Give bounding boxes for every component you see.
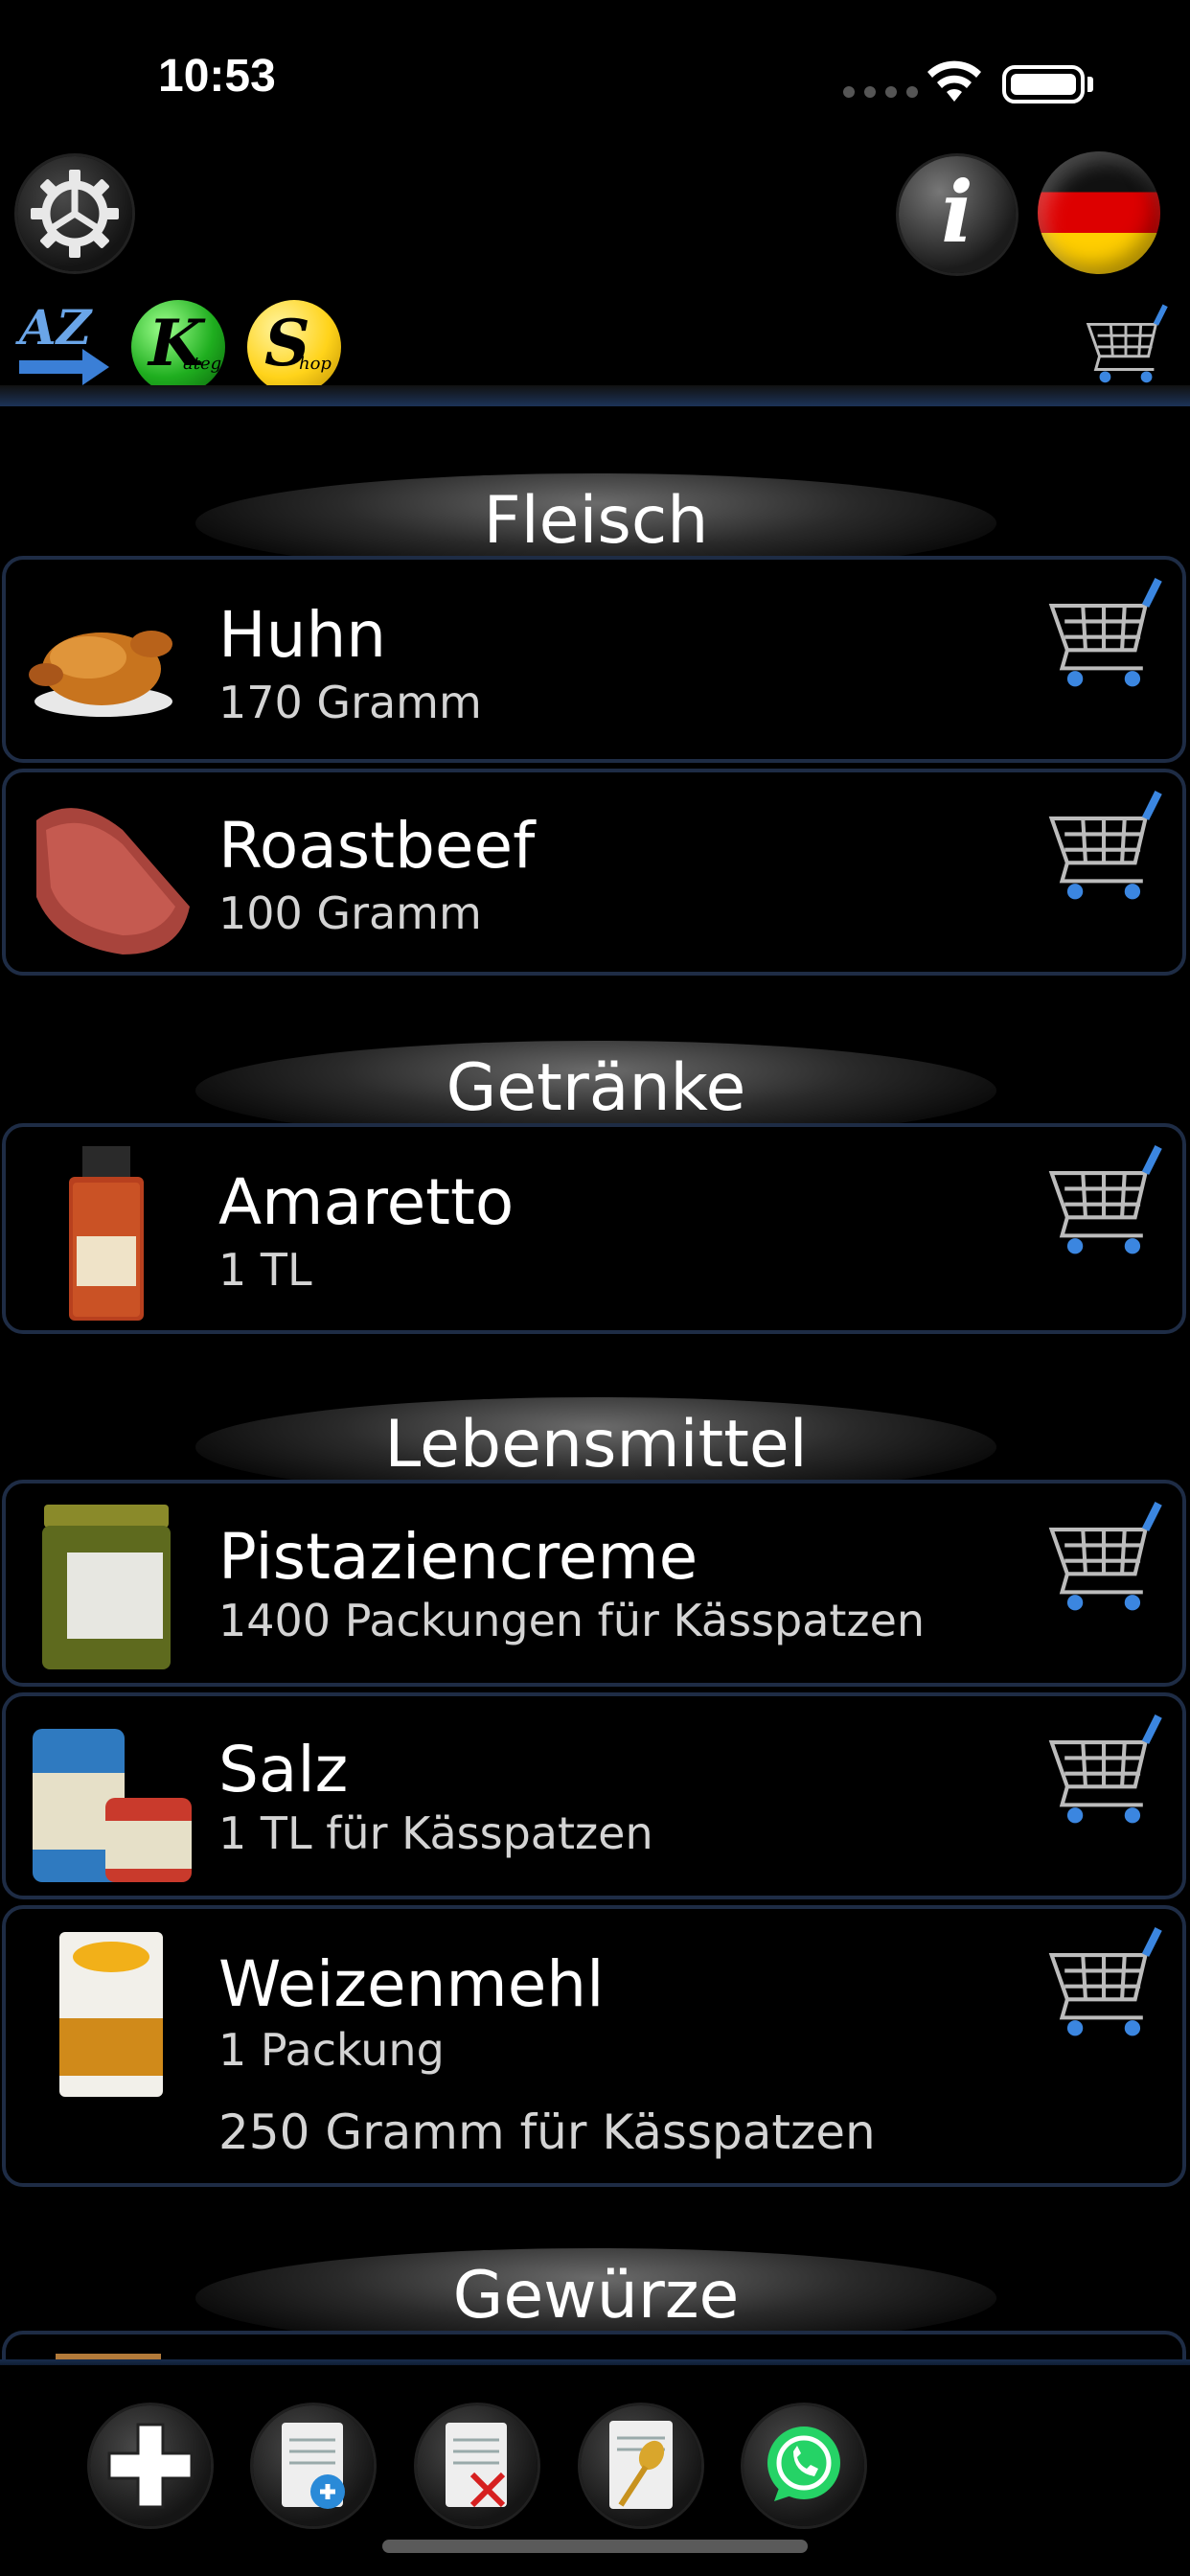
shopping-cart-icon[interactable]	[1079, 297, 1173, 393]
pistachio-jar-thumbnail	[42, 1505, 171, 1669]
add-item-button[interactable]	[90, 2405, 211, 2526]
add-icon	[107, 2423, 194, 2509]
cellular-signal-icon	[843, 86, 920, 100]
language-button[interactable]	[1038, 151, 1160, 274]
sort-az-button[interactable]: AZ	[15, 299, 113, 391]
new-list-button[interactable]	[253, 2405, 374, 2526]
list-item[interactable]: Huhn 170 Gramm	[2, 556, 1186, 763]
flour-thumbnail	[59, 1932, 163, 2097]
add-list-icon	[282, 2423, 345, 2509]
header-divider	[0, 385, 1190, 406]
add-to-cart-icon[interactable]	[1039, 1919, 1169, 2049]
battery-icon	[1002, 65, 1085, 104]
add-to-cart-icon[interactable]	[1039, 569, 1169, 700]
list-item[interactable]: Roastbeef 100 Gramm	[2, 769, 1186, 976]
list-item[interactable]: Pistaziencreme 1400 Packungen für Kässpa…	[2, 1480, 1186, 1687]
amaretto-bottle-thumbnail	[69, 1146, 144, 1321]
category-sort-button[interactable]: K ateg.	[131, 300, 227, 394]
add-to-cart-icon[interactable]	[1039, 1706, 1169, 1836]
whatsapp-icon	[767, 2426, 840, 2501]
roastbeef-thumbnail	[36, 808, 190, 954]
chicken-thumbnail	[29, 631, 172, 717]
status-time: 10:53	[158, 51, 276, 102]
add-to-cart-icon[interactable]	[1039, 1137, 1169, 1267]
recipe-icon	[609, 2421, 673, 2509]
add-to-cart-icon[interactable]	[1039, 782, 1169, 912]
gear-icon	[31, 170, 119, 258]
home-indicator	[382, 2540, 808, 2553]
wifi-icon	[927, 60, 981, 102]
list-item[interactable]: Amaretto 1 TL	[2, 1123, 1186, 1334]
info-icon: i	[941, 162, 973, 262]
list-item[interactable]: Weizenmehl 1 Packung 250 Gramm für Kässp…	[2, 1905, 1186, 2187]
recipes-button[interactable]	[581, 2405, 701, 2526]
settings-button[interactable]	[17, 156, 132, 271]
salt-thumbnail	[33, 1729, 192, 1882]
add-to-cart-icon[interactable]	[1039, 1493, 1169, 1623]
whatsapp-share-button[interactable]	[744, 2405, 864, 2526]
shop-sort-button[interactable]: S hop	[247, 300, 341, 394]
delete-list-button[interactable]	[417, 2405, 538, 2526]
list-item[interactable]: Salz 1 TL für Kässpatzen	[2, 1692, 1186, 1899]
german-flag-icon	[1038, 151, 1160, 274]
info-button[interactable]: i	[899, 156, 1016, 273]
delete-list-icon	[446, 2423, 507, 2508]
